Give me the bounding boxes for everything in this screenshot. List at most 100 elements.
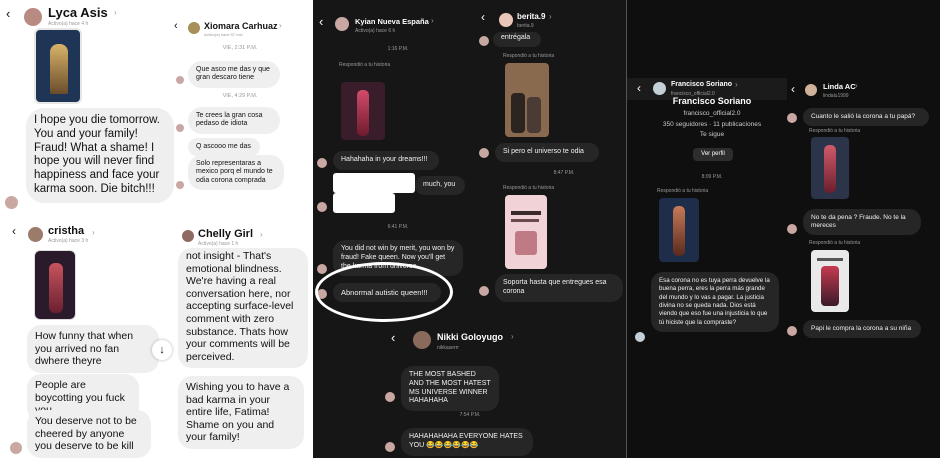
message-xiomara-2: Te crees la gran cosa pedaso de idiota [188, 107, 280, 134]
avatar-berita[interactable] [499, 13, 513, 27]
back-arrow-icon[interactable]: ‹ [791, 82, 795, 96]
avatar-linda-small [787, 224, 797, 234]
profile-stats-francisco: 350 seguidores · 11 publicaciones [662, 121, 762, 128]
avatar-kyian-small [317, 264, 327, 274]
status-kyian: Activo(a) hace 6 h [355, 28, 396, 34]
avatar-cristha[interactable] [28, 227, 43, 242]
back-arrow-icon[interactable]: ‹ [391, 330, 395, 345]
message-berita-0: entrégala [493, 32, 541, 47]
avatar-nikki-small [385, 442, 395, 452]
highlight-circle [315, 262, 453, 322]
reply-label: Respondió a tu historia [339, 62, 391, 68]
chat-name-kyian[interactable]: Kyian Nueva España [355, 17, 429, 26]
avatar-nikki[interactable] [413, 331, 431, 349]
scroll-down-button[interactable]: ↓ [152, 340, 172, 360]
profile-follows-francisco: Te sigue [699, 131, 725, 138]
message-berita-2: Soporta hasta que entregues esa corona [495, 274, 623, 302]
chevron-right-icon[interactable]: › [431, 16, 434, 25]
avatar-kyian-small [317, 202, 327, 212]
reply-label: Respondió a tu historia [809, 128, 861, 134]
avatar-berita-small [479, 36, 489, 46]
back-arrow-icon[interactable]: ‹ [481, 10, 485, 24]
message-xiomara-4: Solo representaras a mexico porq el mund… [188, 155, 284, 191]
message-chelly-1: not insight - That's emotional blindness… [178, 248, 308, 369]
avatar-xiomara-small [176, 76, 184, 84]
status-xiomara: Activo(a) hace 57 min [204, 32, 243, 37]
chat-name-nikki[interactable]: Nikki Goloyugo [437, 332, 503, 342]
back-arrow-icon[interactable]: ‹ [6, 6, 10, 21]
chevron-right-icon[interactable]: › [114, 8, 117, 17]
avatar-cristha-small [10, 442, 22, 454]
message-lyca: I hope you die tomorrow. You and your fa… [26, 108, 174, 203]
chat-name-cristha[interactable]: cristha [48, 225, 84, 237]
back-arrow-icon[interactable]: ‹ [174, 20, 178, 32]
message-xiomara-3: Q ascooo me das [188, 138, 260, 157]
avatar-linda[interactable] [805, 84, 817, 96]
status-chelly: Activo(a) hace 1 h [198, 241, 239, 247]
message-xiomara-1: Que asco me das y que gran descaro tiene [188, 61, 280, 88]
chat-name-xiomara[interactable]: Xiomara Carhuaz [204, 21, 278, 31]
avatar-lyca[interactable] [24, 8, 42, 26]
avatar-berita-small [479, 286, 489, 296]
timestamp: 1:16 P.M. [387, 46, 409, 52]
redacted-block [333, 173, 415, 193]
avatar-nikki-small [385, 392, 395, 402]
story-thumbnail-cristha[interactable] [34, 250, 76, 320]
story-thumbnail-linda-2[interactable] [811, 250, 849, 312]
back-arrow-icon[interactable]: ‹ [12, 224, 16, 238]
message-linda-2: No te da pena ? Fraude. No te la mereces [803, 209, 921, 236]
story-thumbnail-lyca[interactable] [34, 28, 82, 104]
chevron-right-icon[interactable]: › [260, 230, 263, 239]
message-cristha-1: How funny that when you arrived no fan d… [27, 325, 159, 373]
back-arrow-icon[interactable]: ‹ [637, 81, 641, 95]
panel-kyian-berita-nikki: ‹ Kyian Nueva España › Activo(a) hace 6 … [313, 0, 627, 458]
message-berita-1: Si pero el universo te odia [495, 143, 599, 162]
timestamp: VIE, 2:31 P.M. [222, 45, 258, 51]
avatar-kyian-small [317, 158, 327, 168]
story-thumbnail-francisco[interactable] [659, 198, 699, 262]
view-profile-button[interactable]: Ver perfil [693, 148, 733, 161]
timestamp: 8:47 P.M. [553, 170, 575, 176]
avatar-francisco[interactable] [653, 82, 666, 95]
status-berita: berita.9 [517, 23, 534, 29]
avatar-xiomara-small [176, 124, 184, 132]
reply-label: Respondió a tu historia [809, 240, 861, 246]
story-thumbnail-berita-2[interactable] [505, 195, 547, 269]
story-thumbnail-kyian[interactable] [341, 82, 385, 140]
chat-name-berita[interactable]: berita.9 [517, 12, 545, 21]
story-thumbnail-linda-1[interactable] [811, 137, 849, 199]
chat-name-lyca[interactable]: Lyca Asis [48, 5, 108, 20]
avatar-francisco-small [635, 332, 645, 342]
message-francisco-1: Esa corona no es tuya perra devuelve la … [651, 272, 779, 333]
avatar-kyian[interactable] [335, 17, 349, 31]
avatar-lyca-small [5, 196, 18, 209]
chevron-right-icon[interactable]: › [279, 21, 282, 30]
avatar-linda-small [787, 326, 797, 336]
chevron-right-icon[interactable]: › [549, 12, 552, 21]
chevron-right-icon[interactable]: › [735, 80, 738, 89]
chat-name-chelly[interactable]: Chelly Girl [198, 228, 253, 240]
panel-lyca-xiomara-cristha-chelly: ‹ Lyca Asis › Activo(a) hace 4 h I hope … [0, 0, 313, 458]
chat-name-francisco[interactable]: Francisco Soriano [671, 81, 732, 88]
chevron-right-icon[interactable]: › [92, 228, 95, 237]
message-nikki-2: HAHAHAHAHA EVERYONE HATES YOU 😂😂😂😂😂😂 [401, 428, 533, 456]
avatar-xiomara[interactable] [188, 22, 200, 34]
chevron-right-icon[interactable]: › [511, 332, 514, 341]
panel-francisco-linda: ‹ Francisco Soriano › francisco_official… [627, 0, 940, 458]
message-kyian-2: much, you [415, 176, 465, 195]
status-lyca: Activo(a) hace 4 h [48, 21, 89, 27]
back-arrow-icon[interactable]: ‹ [319, 14, 323, 29]
redacted-block [333, 193, 395, 213]
chevron-right-icon[interactable]: › [855, 81, 858, 90]
avatar-chelly[interactable] [182, 230, 194, 242]
message-linda-3: Papi le compra la corona a su niña [803, 320, 921, 339]
chat-name-linda[interactable]: Linda AC [823, 82, 856, 91]
timestamp: 7:54 P.M. [459, 412, 481, 418]
story-thumbnail-berita-1[interactable] [505, 63, 549, 137]
avatar-berita-small [479, 148, 489, 158]
avatar-xiomara-small [176, 181, 184, 189]
handle-nikki: nikkaserrr [437, 345, 459, 351]
message-kyian-1: Hahahaha in your dreams!!! [333, 151, 439, 170]
reply-label: Respondió a tu historia [657, 188, 709, 194]
profile-handle-francisco: francisco_official2.0 [683, 110, 741, 117]
